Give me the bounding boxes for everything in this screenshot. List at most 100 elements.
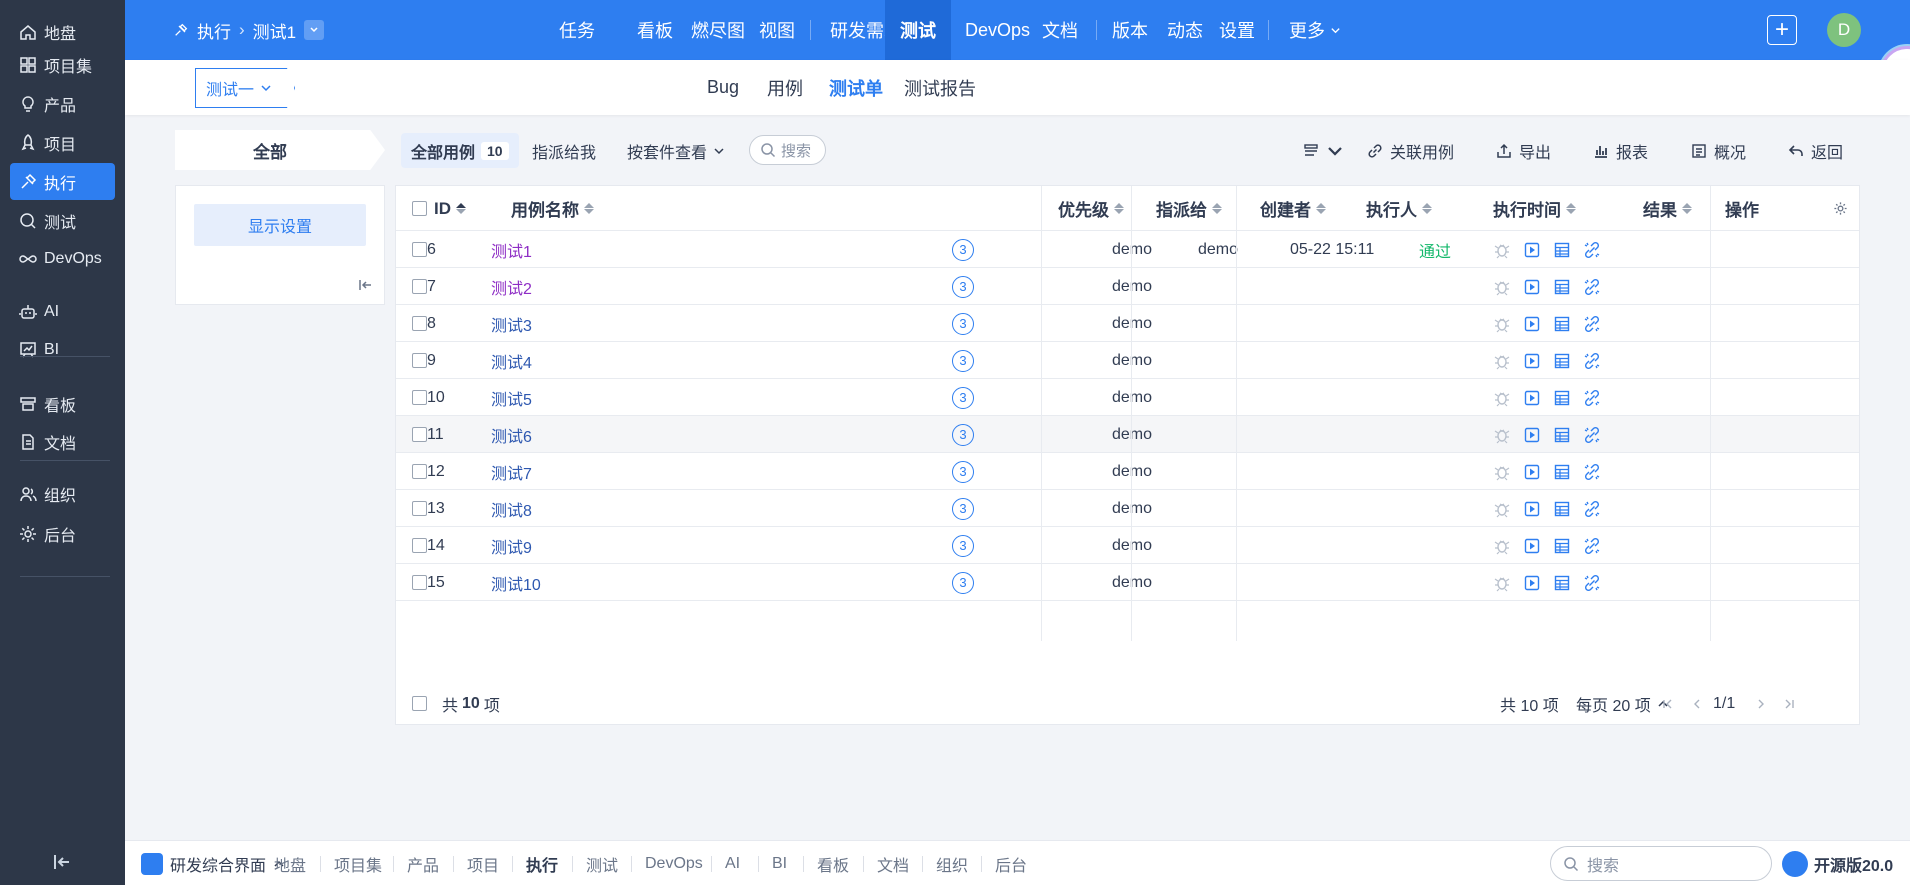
top-nav-item-3[interactable]: 视图 bbox=[759, 0, 795, 60]
view-type-dropdown[interactable] bbox=[1302, 133, 1344, 168]
create-bug-icon[interactable] bbox=[1493, 537, 1511, 555]
sidebar-item-9[interactable]: 看板 bbox=[10, 385, 115, 422]
column-executor[interactable]: 执行人 bbox=[1366, 186, 1432, 231]
run-case-icon[interactable] bbox=[1523, 537, 1541, 555]
unlink-icon[interactable] bbox=[1583, 352, 1601, 370]
table-row[interactable]: 15 测试10 3 demo bbox=[396, 564, 1859, 601]
top-nav-item-11[interactable]: 更多 bbox=[1289, 0, 1341, 60]
sidebar-item-10[interactable]: 文档 bbox=[10, 423, 115, 460]
taskbar-item-1[interactable]: 项目集 bbox=[334, 841, 382, 885]
table-row[interactable]: 13 测试8 3 demo bbox=[396, 490, 1859, 527]
tab-3[interactable]: 测试报告 bbox=[904, 60, 976, 115]
table-row[interactable]: 10 测试5 3 demo bbox=[396, 379, 1859, 416]
top-nav-item-9[interactable]: 动态 bbox=[1167, 0, 1203, 60]
top-nav-item-6[interactable]: DevOps bbox=[965, 0, 1030, 60]
top-nav-item-8[interactable]: 版本 bbox=[1112, 0, 1148, 60]
first-page-icon[interactable] bbox=[1661, 681, 1675, 726]
case-name-link[interactable]: 测试8 bbox=[491, 490, 532, 527]
collapse-panel-icon[interactable] bbox=[356, 276, 374, 294]
column-exec-time[interactable]: 执行时间 bbox=[1493, 186, 1576, 231]
row-checkbox[interactable] bbox=[412, 490, 427, 527]
create-bug-icon[interactable] bbox=[1493, 315, 1511, 333]
run-case-icon[interactable] bbox=[1523, 241, 1541, 259]
column-priority[interactable]: 优先级 bbox=[1058, 186, 1124, 231]
row-checkbox[interactable] bbox=[412, 416, 427, 453]
last-page-icon[interactable] bbox=[1782, 681, 1796, 726]
top-nav-item-2[interactable]: 燃尽图 bbox=[691, 0, 745, 60]
filter-assigned-to-me[interactable]: 指派给我 bbox=[532, 133, 596, 168]
unlink-icon[interactable] bbox=[1583, 278, 1601, 296]
row-checkbox[interactable] bbox=[412, 379, 427, 416]
overview-button[interactable]: 概况 bbox=[1690, 133, 1746, 168]
run-case-icon[interactable] bbox=[1523, 574, 1541, 592]
unlink-icon[interactable] bbox=[1583, 500, 1601, 518]
results-icon[interactable] bbox=[1553, 278, 1571, 296]
taskbar-item-2[interactable]: 产品 bbox=[407, 841, 439, 885]
tab-1[interactable]: 用例 bbox=[767, 60, 803, 115]
display-settings-button[interactable]: 显示设置 bbox=[194, 204, 366, 246]
top-nav-item-7[interactable]: 文档 bbox=[1042, 0, 1078, 60]
prev-page-icon[interactable] bbox=[1690, 681, 1704, 726]
case-name-link[interactable]: 测试7 bbox=[491, 453, 532, 490]
create-bug-icon[interactable] bbox=[1493, 463, 1511, 481]
run-case-icon[interactable] bbox=[1523, 500, 1541, 518]
table-row[interactable]: 8 测试3 3 demo bbox=[396, 305, 1859, 342]
sidebar-item-11[interactable]: 组织 bbox=[10, 475, 115, 512]
row-checkbox[interactable] bbox=[412, 527, 427, 564]
create-bug-icon[interactable] bbox=[1493, 500, 1511, 518]
sidebar-item-1[interactable]: 项目集 bbox=[10, 46, 115, 83]
run-case-icon[interactable] bbox=[1523, 315, 1541, 333]
row-checkbox[interactable] bbox=[412, 453, 427, 490]
results-icon[interactable] bbox=[1553, 315, 1571, 333]
taskbar-item-4[interactable]: 执行 bbox=[526, 841, 558, 885]
table-row[interactable]: 6 测试1 3 demo demo 05-22 15:11 通过 bbox=[396, 231, 1859, 268]
create-bug-icon[interactable] bbox=[1493, 389, 1511, 407]
row-checkbox[interactable] bbox=[412, 564, 427, 601]
unlink-icon[interactable] bbox=[1583, 426, 1601, 444]
column-creator[interactable]: 创建者 bbox=[1260, 186, 1326, 231]
run-case-icon[interactable] bbox=[1523, 426, 1541, 444]
create-bug-icon[interactable] bbox=[1493, 278, 1511, 296]
column-settings-icon[interactable] bbox=[1833, 186, 1848, 231]
top-nav-item-1[interactable]: 看板 bbox=[637, 0, 673, 60]
table-row[interactable]: 12 测试7 3 demo bbox=[396, 453, 1859, 490]
page-size-dropdown[interactable]: 每页 20 项 bbox=[1576, 681, 1669, 726]
taskbar-item-0[interactable]: 地盘 bbox=[274, 841, 306, 885]
results-icon[interactable] bbox=[1553, 574, 1571, 592]
unlink-icon[interactable] bbox=[1583, 241, 1601, 259]
breadcrumb-object[interactable]: 测试1 bbox=[253, 18, 296, 43]
row-checkbox[interactable] bbox=[412, 305, 427, 342]
results-icon[interactable] bbox=[1553, 389, 1571, 407]
tab-0[interactable]: Bug bbox=[707, 60, 739, 115]
run-case-icon[interactable] bbox=[1523, 278, 1541, 296]
view-by-suite-dropdown[interactable]: 按套件查看 bbox=[627, 133, 725, 168]
case-name-link[interactable]: 测试1 bbox=[491, 231, 532, 268]
sidebar-item-2[interactable]: 产品 bbox=[10, 85, 115, 122]
results-icon[interactable] bbox=[1553, 537, 1571, 555]
table-row[interactable]: 9 测试4 3 demo bbox=[396, 342, 1859, 379]
taskbar-item-11[interactable]: 组织 bbox=[936, 841, 968, 885]
global-search-input[interactable]: 搜索 bbox=[1550, 846, 1772, 881]
avatar[interactable]: D bbox=[1827, 13, 1861, 47]
sidebar-item-8[interactable]: BI bbox=[10, 331, 115, 368]
version-label[interactable]: 开源版20.0 bbox=[1782, 841, 1893, 885]
execution-select[interactable]: 测试一 bbox=[195, 68, 295, 108]
results-icon[interactable] bbox=[1553, 463, 1571, 481]
taskbar-item-8[interactable]: BI bbox=[772, 841, 787, 885]
column-id[interactable]: ID bbox=[434, 186, 466, 231]
unlink-icon[interactable] bbox=[1583, 574, 1601, 592]
footer-select-checkbox[interactable] bbox=[412, 681, 427, 726]
case-name-link[interactable]: 测试6 bbox=[491, 416, 532, 453]
results-icon[interactable] bbox=[1553, 500, 1571, 518]
select-all-checkbox[interactable] bbox=[412, 186, 427, 231]
object-switch-button[interactable] bbox=[304, 20, 325, 40]
report-button[interactable]: 报表 bbox=[1592, 133, 1648, 168]
sidebar-item-4[interactable]: 执行 bbox=[10, 163, 115, 200]
next-page-icon[interactable] bbox=[1754, 681, 1768, 726]
unlink-icon[interactable] bbox=[1583, 315, 1601, 333]
back-button[interactable]: 返回 bbox=[1787, 133, 1843, 168]
app-switcher[interactable]: 研发综合界面 bbox=[141, 849, 285, 878]
run-case-icon[interactable] bbox=[1523, 389, 1541, 407]
results-icon[interactable] bbox=[1553, 426, 1571, 444]
unlink-icon[interactable] bbox=[1583, 537, 1601, 555]
